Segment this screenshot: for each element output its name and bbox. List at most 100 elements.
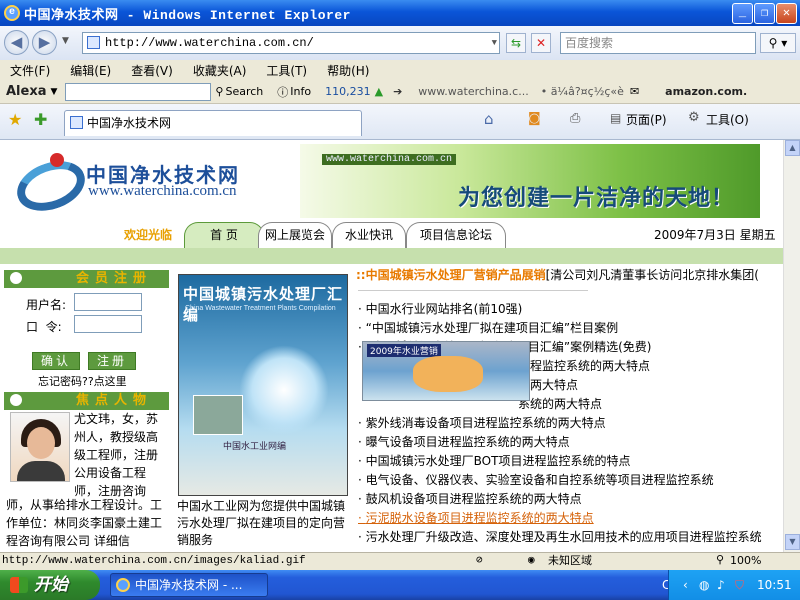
tray-volume-icon[interactable]: ♪ xyxy=(717,570,725,600)
person-bio-continued: 师，从事给排水工程设计。工作单位：林同炎李国豪土建工程咨询有限公司 详细信 xyxy=(6,498,163,548)
start-button[interactable]: 开始 xyxy=(0,570,100,600)
browser-tab[interactable]: 中国净水技术网 xyxy=(64,110,362,136)
menu-favorites[interactable]: 收藏夹(A) xyxy=(193,62,247,79)
news-item[interactable]: · 曝气设备项目进程监控系统的两大特点 xyxy=(358,433,570,451)
news-item[interactable]: · 紫外线消毒设备项目进程监控系统的两大特点 xyxy=(358,414,606,432)
feeds-icon[interactable]: ◙ xyxy=(528,111,541,126)
headline-rest[interactable]: [清公司刘凡清董事长访问北京排水集团( xyxy=(546,268,759,282)
headline-title[interactable]: 中国城镇污水处理厂营销产品展销 xyxy=(366,268,546,282)
add-favorite-icon[interactable]: ✚ xyxy=(34,110,47,129)
news-item[interactable]: 系统的两大特点 xyxy=(518,395,602,413)
alexa-logo[interactable]: Alexa xyxy=(6,84,47,99)
menu-file[interactable]: 文件(F) xyxy=(10,62,50,79)
password-input[interactable] xyxy=(74,315,142,333)
menu-edit[interactable]: 编辑(E) xyxy=(70,62,111,79)
floating-ad-image[interactable]: 2009年水业营销 xyxy=(362,341,530,401)
scroll-down-button[interactable]: ▼ xyxy=(785,534,800,550)
stop-button[interactable]: ✕ xyxy=(531,33,551,53)
alexa-search-button[interactable]: Search xyxy=(225,85,263,98)
nav-home[interactable]: 首 页 xyxy=(184,222,264,248)
back-button[interactable]: ◀ xyxy=(4,30,29,55)
alexa-rank: 110,231 xyxy=(325,85,371,98)
book-photo-inset xyxy=(193,395,243,435)
person-bio: 尤文玮，女，苏州人，教授级高级工程师，注册公用设备工程师，注册咨询 xyxy=(74,412,159,498)
headline-marker: :: xyxy=(356,268,366,282)
news-item[interactable]: · “中国城镇污水处理厂拟在建项目汇编”栏目案例 xyxy=(358,319,618,337)
focus-section-header: 焦点人物 xyxy=(4,392,169,410)
vertical-scrollbar[interactable]: ▲ ▼ xyxy=(783,140,800,552)
favorites-star-icon[interactable]: ★ xyxy=(8,110,22,129)
book-caption[interactable]: 中国水工业网为您提供中国城镇污水处理厂拟在建项目的定向营销服务 xyxy=(177,498,349,549)
headline-divider xyxy=(358,290,588,291)
alexa-tool-icon[interactable]: ✉ xyxy=(630,85,639,98)
amazon-logo[interactable]: amazon.com. xyxy=(665,85,747,98)
print-icon[interactable]: ⎙ xyxy=(570,111,580,126)
login-confirm-button[interactable]: 确认 xyxy=(32,352,80,370)
search-input[interactable]: 百度搜索 xyxy=(560,32,756,54)
tray-network-icon[interactable]: ◍ xyxy=(699,570,709,600)
alexa-dropdown-icon[interactable]: ▼ xyxy=(51,87,58,97)
taskbar-item-label: 中国净水技术网 - ... xyxy=(135,578,243,592)
username-label: 用户名: xyxy=(26,298,67,312)
member-header-icon xyxy=(10,272,22,284)
info-icon: ⓘ xyxy=(277,85,289,99)
page-menu-button[interactable]: 页面(P) xyxy=(626,111,667,128)
gear-icon: ⚙ xyxy=(688,110,700,125)
news-item[interactable]: · 鼓风机设备项目进程监控系统的两大特点 xyxy=(358,490,582,508)
menu-tools[interactable]: 工具(T) xyxy=(266,62,307,79)
related-arrow-icon[interactable]: ➔ xyxy=(393,85,402,98)
close-button[interactable]: ✕ xyxy=(776,3,797,24)
focus-header-icon xyxy=(10,394,22,406)
history-dropdown-icon[interactable]: ▼ xyxy=(62,36,69,46)
register-button[interactable]: 注册 xyxy=(88,352,136,370)
address-dropdown-icon[interactable]: ▼ xyxy=(492,33,497,53)
nav-forum[interactable]: 项目信息论坛 xyxy=(406,222,506,248)
book-cover-image[interactable]: 中国城镇污水处理厂汇编 China Wastewater Treatment P… xyxy=(178,274,348,496)
username-input[interactable] xyxy=(74,293,142,311)
menu-help[interactable]: 帮助(H) xyxy=(327,62,369,79)
site-logo[interactable]: 中国净水技术网 www.waterchina.com.cn xyxy=(10,149,300,220)
menu-view[interactable]: 查看(V) xyxy=(131,62,173,79)
forward-button[interactable]: ▶ xyxy=(32,30,57,55)
refresh-button[interactable]: ⇆ xyxy=(506,33,526,53)
home-icon[interactable]: ⌂ xyxy=(484,110,494,128)
zoom-level[interactable]: 100% xyxy=(730,553,761,569)
tray-security-icon[interactable]: ⛉ xyxy=(735,570,744,600)
tray-clock[interactable]: 10:51 xyxy=(757,570,792,600)
banner-image: www.waterchina.com.cn 为您创建一片洁净的天地！ xyxy=(300,144,760,218)
alexa-toolbar: Alexa ▼ ⚲ Search ⓘ Info 110,231 ▲ ➔ www.… xyxy=(0,80,800,104)
alexa-info-button[interactable]: Info xyxy=(290,85,311,98)
tray-arrow-icon[interactable]: ‹ xyxy=(683,570,688,600)
alexa-search-icon: ⚲ xyxy=(215,85,224,98)
maximize-button[interactable]: ❐ xyxy=(754,3,775,24)
taskbar-item-ie[interactable]: 中国净水技术网 - ... xyxy=(110,573,268,597)
status-bar: http://www.waterchina.com.cn/images/kali… xyxy=(0,552,800,570)
address-input[interactable]: http://www.waterchina.com.cn/ ▼ xyxy=(82,32,500,54)
status-url: http://www.waterchina.com.cn/images/kali… xyxy=(2,555,306,567)
news-item[interactable]: · 污水处理厂升级改造、深度处理及再生水回用技术的应用项目进程监控系统 xyxy=(358,528,762,546)
alexa-search-input[interactable] xyxy=(65,82,212,101)
news-item[interactable]: 进程监控系统的两大特点 xyxy=(518,357,650,375)
forgot-password-link[interactable]: 忘记密码??点这里 xyxy=(38,373,127,389)
zoom-icon: ⚲ xyxy=(716,555,725,567)
tools-menu-button[interactable]: 工具(O) xyxy=(706,111,749,128)
scroll-up-button[interactable]: ▲ xyxy=(785,140,800,156)
alexa-extra-text: • ä¼â?¤ç½ç«è xyxy=(540,85,624,98)
ad-label: 2009年水业营销 xyxy=(367,344,441,357)
person-photo[interactable] xyxy=(10,412,70,482)
search-button[interactable]: ⚲ ▾ xyxy=(760,33,796,53)
minimize-button[interactable]: _ xyxy=(732,3,753,24)
zone-icon: ◉ xyxy=(528,555,535,567)
nav-exhibition[interactable]: 网上展览会 xyxy=(258,222,332,248)
alexa-site: www.waterchina.c... xyxy=(418,85,529,98)
news-item[interactable]: · 中国城镇污水处理厂BOT项目进程监控系统的特点 xyxy=(358,452,630,470)
nav-news[interactable]: 水业快讯 xyxy=(332,222,406,248)
news-item[interactable]: · 中国水行业网站排名(前10强) xyxy=(358,300,522,318)
taskbar-ie-icon xyxy=(116,578,130,592)
address-url: http://www.waterchina.com.cn/ xyxy=(105,36,314,50)
menu-bar: 文件(F) 编辑(E) 查看(V) 收藏夹(A) 工具(T) 帮助(H) xyxy=(0,60,800,80)
headline-marquee[interactable]: ::中国城镇污水处理厂营销产品展销[清公司刘凡清董事长访问北京排水集团( xyxy=(356,266,783,283)
news-item[interactable]: · 电气设备、仪器仪表、实验室设备和自控系统等项目进程监控系统 xyxy=(358,471,714,489)
news-item-hovered[interactable]: · 污泥脱水设备项目进程监控系统的两大特点 xyxy=(358,509,594,527)
member-section-header: 会员注册 xyxy=(4,270,169,288)
